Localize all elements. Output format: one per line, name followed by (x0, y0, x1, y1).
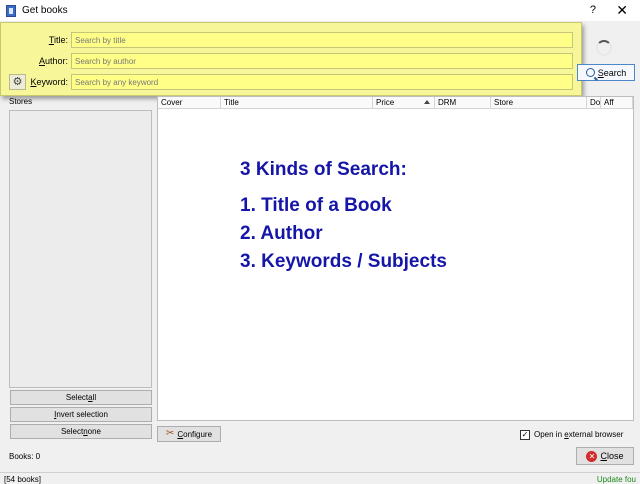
book-app-icon (6, 4, 16, 17)
author-row: Author: (1, 53, 583, 70)
title-row: Title: (1, 32, 583, 49)
column-header-title[interactable]: Title (221, 97, 373, 109)
window-title: Get books (22, 5, 68, 16)
stores-list[interactable] (9, 110, 152, 388)
annotation-heading: 3 Kinds of Search: (240, 159, 407, 180)
tools-icon: ✂ (165, 428, 175, 439)
invert-selection-button[interactable]: Invert selection (10, 407, 152, 422)
window-close-button[interactable]: ✕ (616, 2, 628, 19)
column-header-download[interactable]: Do (587, 97, 601, 109)
search-button[interactable]: Search (577, 64, 635, 81)
sort-ascending-icon (424, 100, 430, 104)
annotation-item-2: 2. Author (240, 223, 323, 244)
column-header-cover[interactable]: Cover (158, 97, 221, 109)
help-button[interactable]: ? (590, 4, 596, 16)
close-button-label: Close (600, 451, 624, 461)
configure-label: Configure (177, 429, 213, 439)
select-all-button[interactable]: Select a ll (10, 390, 152, 405)
author-label: Author: (38, 56, 68, 66)
annotation-item-3: 3. Keywords / Subjects (240, 251, 447, 272)
close-icon: ✕ (586, 450, 598, 462)
loading-spinner-icon (596, 40, 612, 56)
configure-button[interactable]: ✂ Configure (157, 426, 221, 442)
close-button[interactable]: ✕ Close (576, 447, 634, 465)
library-book-count: [54 books] (4, 475, 41, 484)
open-external-label[interactable]: Open in external browser (534, 430, 623, 439)
books-count: Books: 0 (9, 452, 41, 461)
stores-label: Stores (9, 97, 33, 106)
search-button-label: Search (597, 67, 627, 78)
keyword-search-input[interactable] (71, 74, 573, 90)
column-header-affiliate[interactable]: Aff (601, 97, 633, 109)
open-external-checkbox[interactable]: ✓ (520, 430, 530, 440)
search-icon (585, 68, 595, 77)
update-status[interactable]: Update fou (597, 475, 636, 484)
column-header-drm[interactable]: DRM (435, 97, 491, 109)
column-header-store[interactable]: Store (491, 97, 587, 109)
keyword-label: Keyword: (30, 77, 68, 87)
status-bar: [54 books] Update fou (0, 472, 640, 484)
search-panel: Title: Author: ⚙ Keyword: (0, 22, 582, 96)
author-search-input[interactable] (71, 53, 573, 69)
keyword-row: ⚙ Keyword: (1, 74, 583, 91)
results-table: Cover Title Price DRM Store Do Aff 3 Kin… (157, 96, 634, 421)
annotation-item-1: 1. Title of a Book (240, 195, 392, 216)
title-search-input[interactable] (71, 32, 573, 48)
title-bar: Get books ? ✕ (0, 0, 640, 21)
select-none-button[interactable]: Select n one (10, 424, 152, 439)
gear-icon[interactable]: ⚙ (9, 74, 26, 90)
title-label: Title: (48, 35, 68, 45)
